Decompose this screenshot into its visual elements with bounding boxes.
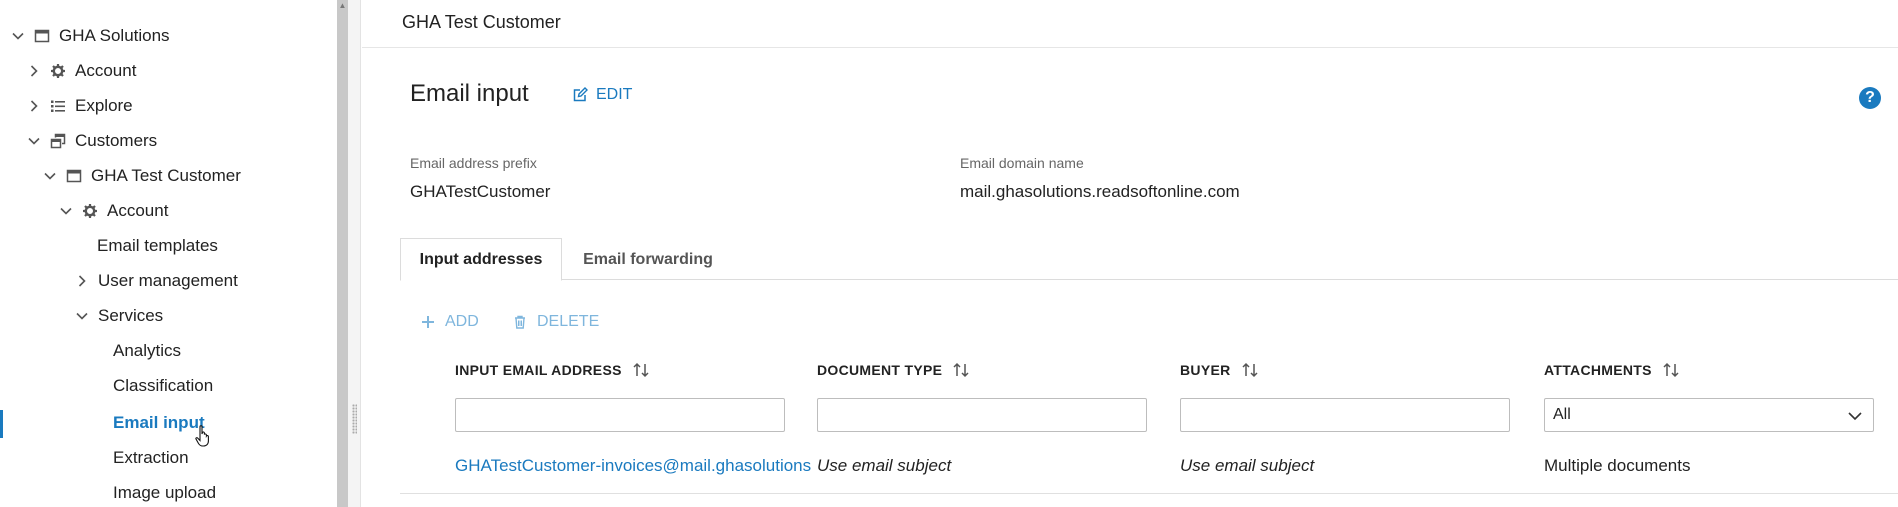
tree-item-customer-account[interactable]: Account [58,198,168,224]
domain-value: mail.ghasolutions.readsoftonline.com [960,182,1240,201]
breadcrumb-title: GHA Test Customer [402,12,561,32]
column-label: INPUT EMAIL ADDRESS [455,362,622,378]
sort-icon[interactable] [632,361,650,379]
tree-item-customers[interactable]: Customers [26,128,157,154]
tree-item-email-templates[interactable]: Email templates [97,233,218,259]
column-header-attachments[interactable]: ATTACHMENTS [1544,361,1680,379]
delete-button[interactable]: DELETE [513,313,599,331]
main-content: GHA Test Customer Email input EDIT ? Ema… [362,0,1898,507]
help-icon[interactable]: ? [1859,87,1881,109]
list-icon [50,98,66,114]
row-divider [400,493,1898,494]
tree-item-label: Services [98,306,164,325]
column-label: BUYER [1180,362,1231,378]
domain-label: Email domain name [960,155,1084,171]
chevron-right-icon[interactable] [26,63,42,79]
tree-item-label: Account [107,201,169,220]
cell-buyer: Use email subject [1180,456,1315,475]
navigation-tree: GHA Solutions Account Explore Customers … [0,0,337,507]
tree-item-explore[interactable]: Explore [26,93,133,119]
active-indicator [0,410,3,438]
tree-item-label: Explore [75,96,133,115]
column-header-document-type[interactable]: DOCUMENT TYPE [817,361,970,379]
chevron-down-icon[interactable] [58,203,74,219]
tree-item-label: User management [98,271,238,290]
tab-input-addresses[interactable]: Input addresses [400,238,562,281]
select-value: All [1553,406,1571,423]
tree-item-user-management[interactable]: User management [74,268,238,294]
tree-item-account[interactable]: Account [26,58,136,84]
tree-item-analytics[interactable]: Analytics [113,338,181,364]
chevron-down-icon[interactable] [74,308,90,324]
filter-input-email[interactable] [455,398,785,432]
tree-item-label: GHA Solutions [59,26,170,45]
page-title: Email input [410,80,529,107]
edit-button[interactable]: EDIT [572,86,632,104]
edit-icon [573,87,588,102]
top-bar: GHA Test Customer [362,0,1898,48]
trash-icon [515,315,525,329]
chevron-right-icon[interactable] [26,98,42,114]
delete-label: DELETE [537,313,600,330]
column-header-input-email[interactable]: INPUT EMAIL ADDRESS [455,361,650,379]
cell-attachments: Multiple documents [1544,456,1691,475]
cell-email-address[interactable]: GHATestCustomer-invoices@mail.ghasolutio… [455,456,811,476]
windows-icon [50,133,66,149]
plus-icon [422,316,434,328]
sort-icon[interactable] [1241,361,1259,379]
gear-icon [50,63,66,79]
chevron-down-icon[interactable] [26,133,42,149]
window-icon [34,28,50,44]
sort-icon[interactable] [952,361,970,379]
tree-item-label: Image upload [113,483,217,502]
tree-item-gha-solutions[interactable]: GHA Solutions [10,23,170,49]
tree-item-gha-test-customer[interactable]: GHA Test Customer [42,163,241,189]
sidebar-scrollbar[interactable] [337,0,348,507]
column-header-buyer[interactable]: BUYER [1180,361,1259,379]
tree-item-extraction[interactable]: Extraction [113,445,189,471]
splitter-grip-icon[interactable] [352,404,357,434]
filter-input-document-type[interactable] [817,398,1147,432]
tree-item-classification[interactable]: Classification [113,373,213,399]
tree-item-label: Email input [113,413,205,432]
add-label: ADD [445,313,479,330]
filter-select-attachments[interactable]: All [1544,398,1874,432]
hand-cursor-icon [195,425,209,447]
tree-item-services[interactable]: Services [74,303,163,329]
chevron-down-icon[interactable] [42,168,58,184]
tree-item-label: GHA Test Customer [91,166,241,185]
scroll-up-arrow-icon[interactable]: ▲ [337,0,348,11]
chevron-down-icon [1848,412,1862,421]
tree-item-label: Extraction [113,448,189,467]
tree-item-label: Account [75,61,137,80]
filter-input-buyer[interactable] [1180,398,1510,432]
gear-icon [82,203,98,219]
cell-document-type: Use email subject [817,456,952,475]
prefix-value: GHATestCustomer [410,182,551,201]
chevron-right-icon[interactable] [74,273,90,289]
tree-item-image-upload[interactable]: Image upload [113,480,216,506]
prefix-label: Email address prefix [410,155,537,171]
tree-item-label: Analytics [113,341,182,360]
column-label: ATTACHMENTS [1544,362,1652,378]
tree-item-label: Classification [113,376,214,395]
tab-bar: Input addresses Email forwarding [400,238,1898,281]
window-icon [66,168,82,184]
chevron-down-icon[interactable] [10,28,26,44]
add-button[interactable]: ADD [421,313,479,331]
tab-email-forwarding[interactable]: Email forwarding [562,238,734,281]
sort-icon[interactable] [1662,361,1680,379]
tree-item-label: Customers [75,131,158,150]
tree-item-email-input[interactable]: Email input [113,410,205,436]
tree-item-label: Email templates [97,236,218,255]
column-label: DOCUMENT TYPE [817,362,943,378]
edit-label: EDIT [596,86,633,103]
